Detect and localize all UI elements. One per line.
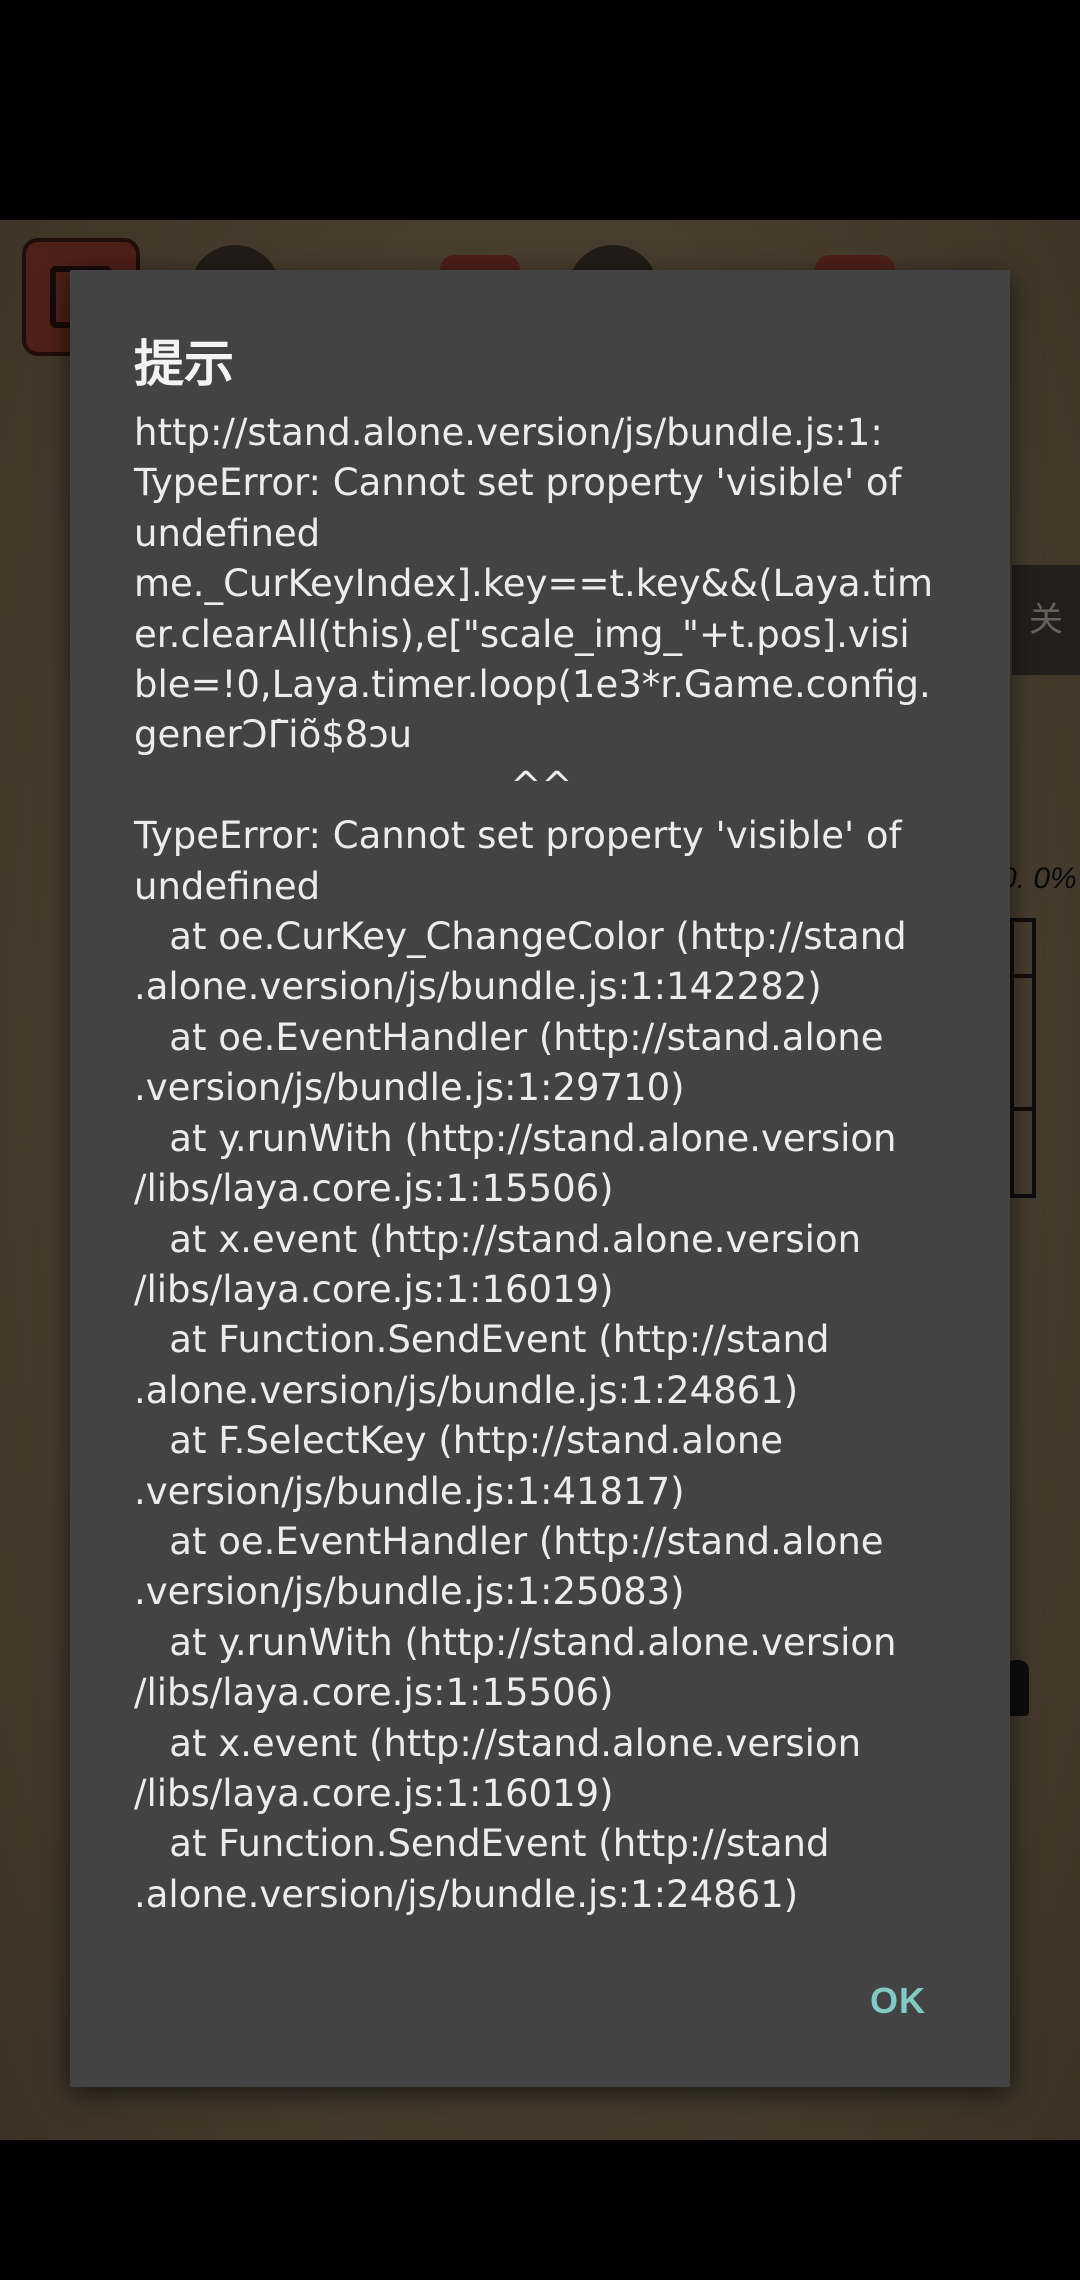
- ok-button[interactable]: OK: [860, 1970, 936, 2032]
- dialog-title: 提示: [134, 335, 234, 393]
- error-dialog: 提示 http://stand.alone.version/js/bundle.…: [70, 270, 1010, 2087]
- error-message: http://stand.alone.version/js/bundle.js:…: [134, 411, 934, 1916]
- navigation-bar-area: [0, 2140, 1080, 2280]
- screen: 关 0. 0% 提示 http://stand.alone.version/js…: [0, 0, 1080, 2280]
- status-bar-area: [0, 0, 1080, 220]
